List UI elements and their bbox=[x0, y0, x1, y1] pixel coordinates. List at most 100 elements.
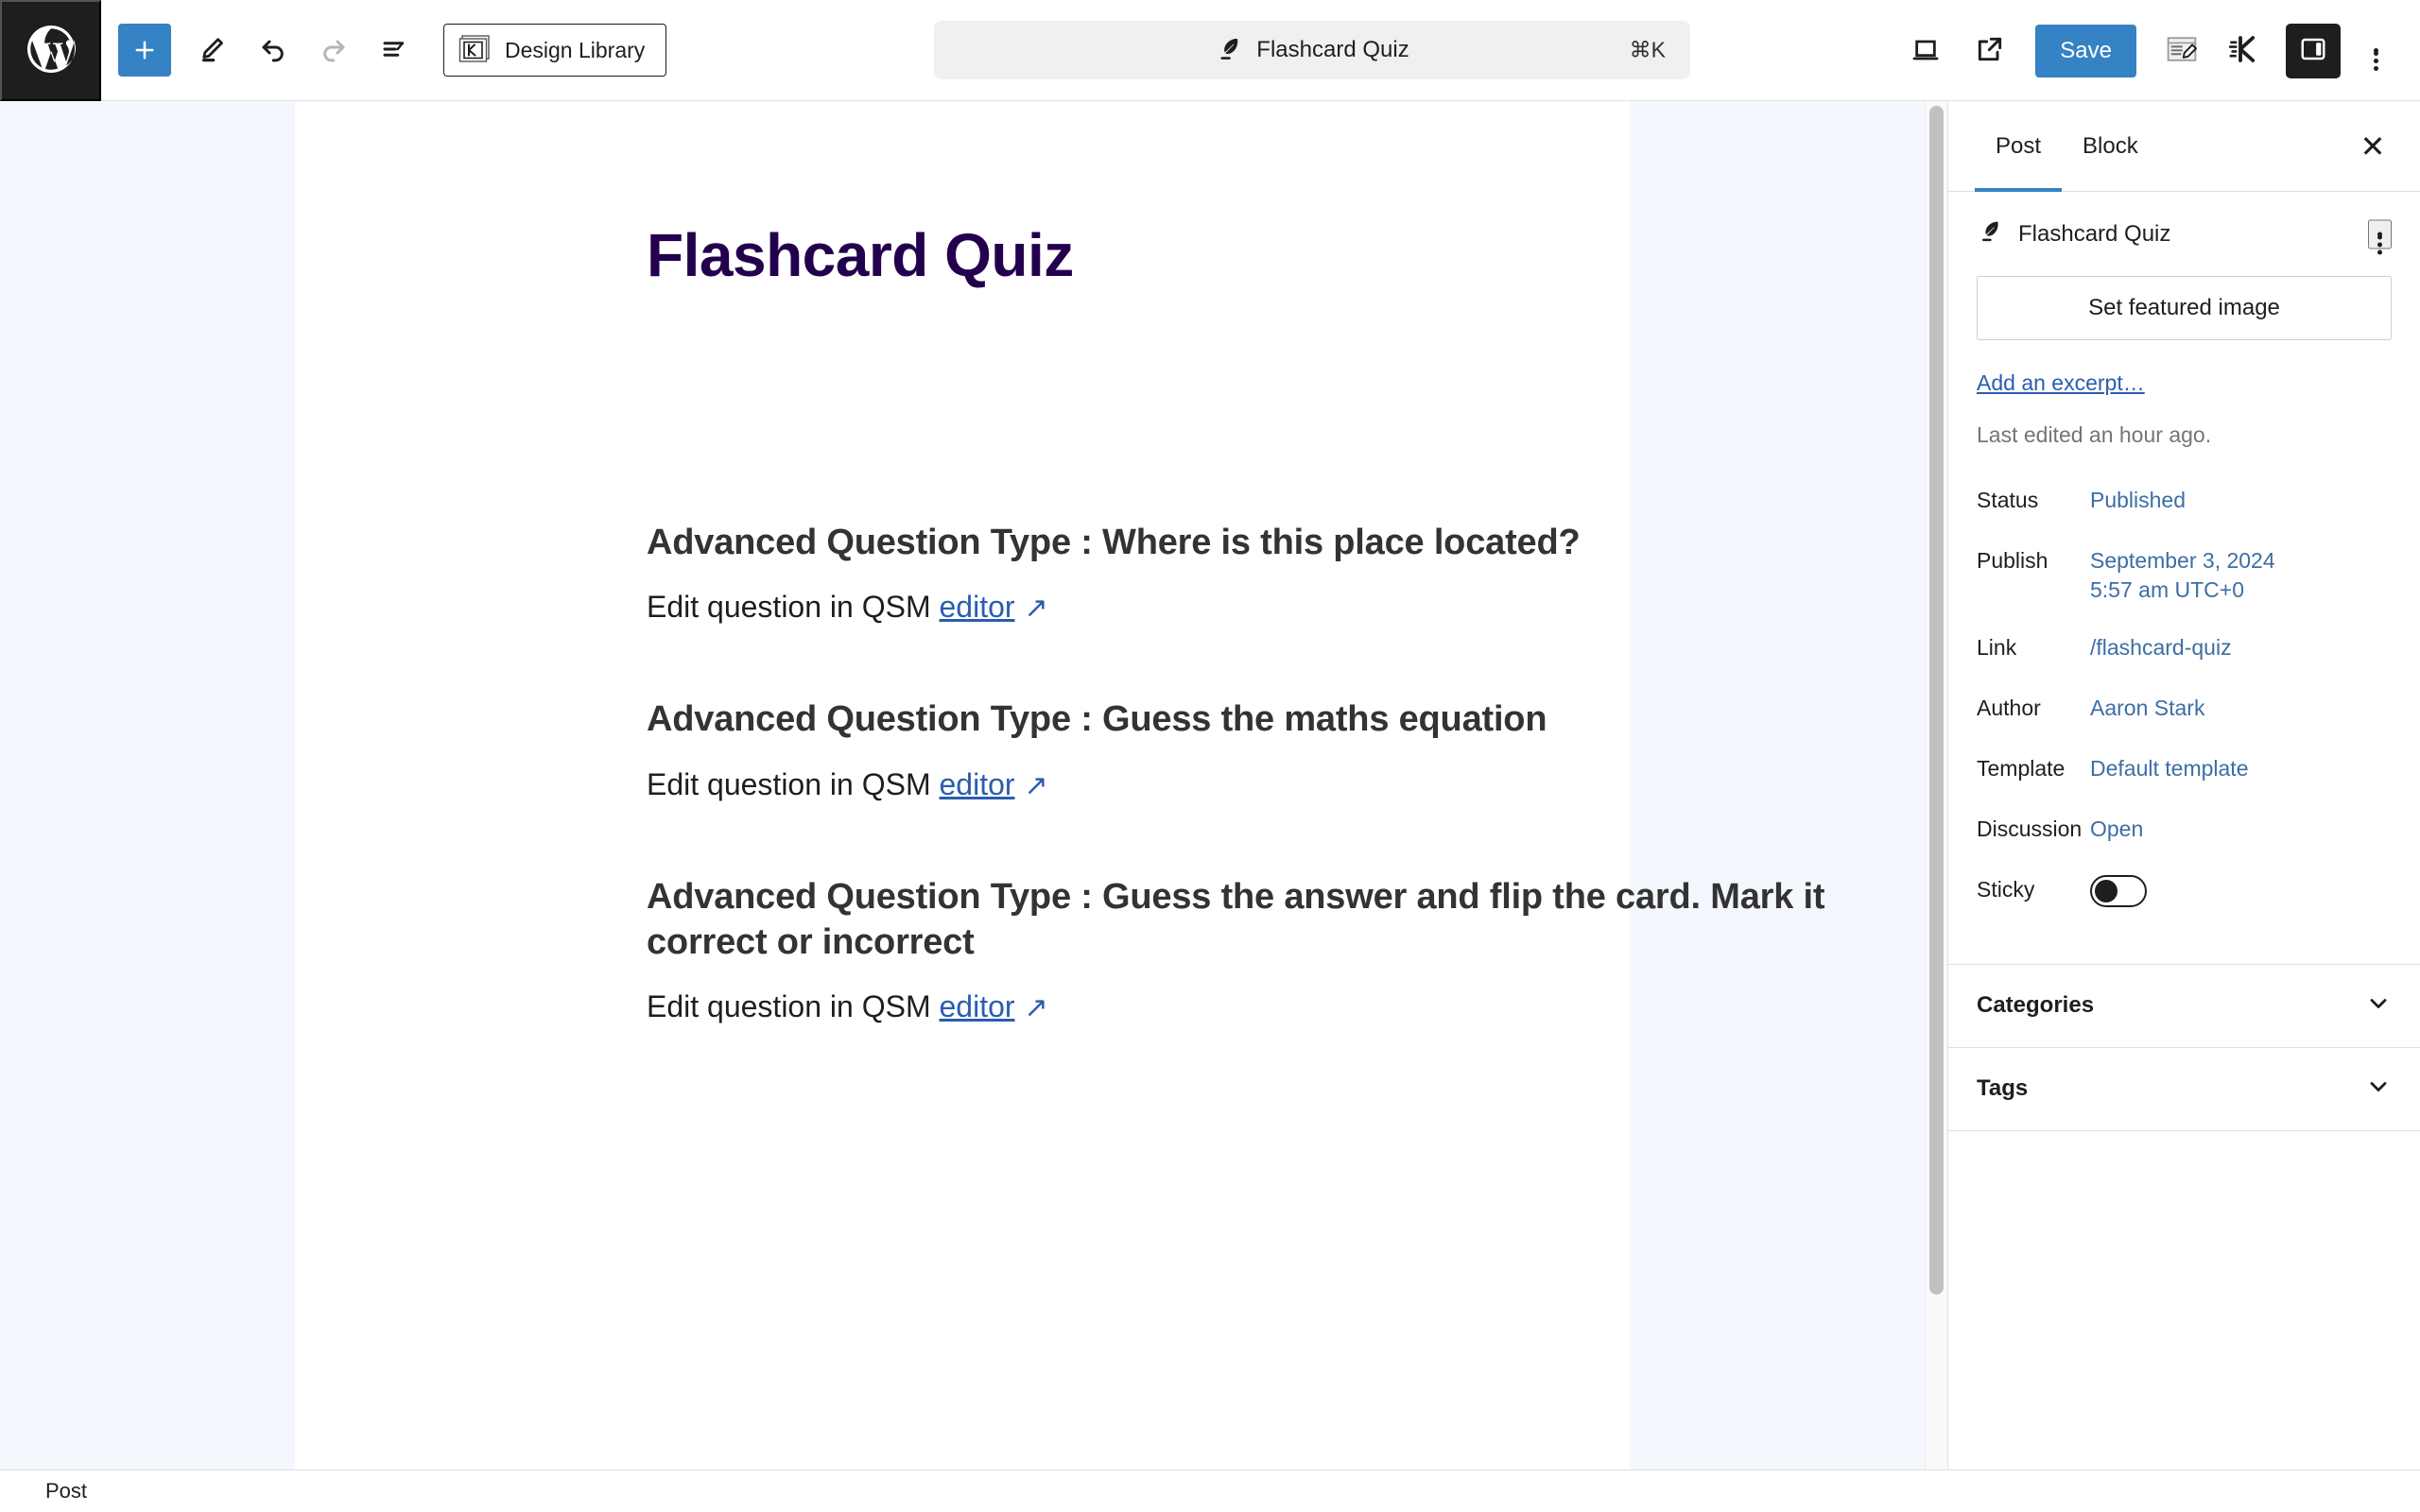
wordpress-logo-button[interactable] bbox=[0, 0, 101, 101]
set-featured-image-button[interactable]: Set featured image bbox=[1977, 276, 2392, 340]
save-button[interactable]: Save bbox=[2035, 24, 2136, 77]
edit-mode-button[interactable] bbox=[182, 20, 243, 80]
meta-row-publish: Publish September 3, 2024 5:57 am UTC+0 bbox=[1977, 546, 2392, 605]
design-library-label: Design Library bbox=[505, 37, 646, 62]
external-arrow-icon: ↗ bbox=[1024, 769, 1048, 801]
tab-block[interactable]: Block bbox=[2062, 101, 2159, 192]
vertical-ellipsis-icon bbox=[2377, 232, 2382, 254]
document-title: Flashcard Quiz bbox=[2018, 220, 2171, 247]
editor-header: Design Library Flashcard Quiz ⌘K Save bbox=[0, 0, 2420, 101]
command-palette-wrapper: Flashcard Quiz ⌘K bbox=[934, 21, 1690, 79]
chevron-down-icon bbox=[2365, 990, 2392, 1022]
kadence-logo-icon bbox=[2228, 35, 2263, 66]
permalink-value[interactable]: /flashcard-quiz bbox=[2090, 633, 2232, 662]
post-summary-section: Flashcard Quiz Set featured image Add an… bbox=[1948, 192, 2420, 965]
meta-label: Link bbox=[1977, 634, 2017, 660]
qsm-editor-link[interactable]: editor bbox=[939, 767, 1014, 801]
external-arrow-icon: ↗ bbox=[1024, 593, 1048, 625]
panel-categories[interactable]: Categories bbox=[1948, 965, 2420, 1048]
settings-sidebar-toggle[interactable] bbox=[2286, 23, 2341, 78]
block-list: Advanced Question Type : Where is this p… bbox=[647, 520, 1866, 1096]
breadcrumb[interactable]: Post bbox=[45, 1479, 87, 1503]
author-value[interactable]: Aaron Stark bbox=[2090, 694, 2204, 723]
template-value[interactable]: Default template bbox=[2090, 754, 2248, 783]
question-heading[interactable]: Advanced Question Type : Guess the maths… bbox=[647, 696, 1866, 742]
preview-external-button[interactable] bbox=[1960, 21, 2020, 81]
sidebar-panel-icon bbox=[2299, 35, 2327, 66]
external-link-icon bbox=[1975, 34, 2005, 67]
kadence-settings-button[interactable] bbox=[2216, 21, 2276, 81]
feather-pen-icon bbox=[1215, 35, 1243, 66]
edit-post-layout-button[interactable] bbox=[2152, 21, 2212, 81]
page-edit-icon bbox=[2166, 34, 2198, 67]
undo-button[interactable] bbox=[243, 20, 303, 80]
panel-title: Tags bbox=[1977, 1075, 2029, 1102]
tab-post[interactable]: Post bbox=[1975, 101, 2062, 192]
meta-row-status: Status Published bbox=[1977, 486, 2392, 518]
header-right-tools: Save bbox=[1895, 0, 2403, 101]
document-title-row: Flashcard Quiz bbox=[1977, 218, 2392, 254]
publish-date-value[interactable]: September 3, 2024 5:57 am UTC+0 bbox=[2090, 546, 2308, 605]
wordpress-logo-icon bbox=[23, 21, 79, 80]
discussion-value[interactable]: Open bbox=[2090, 815, 2143, 844]
meta-label: Author bbox=[1977, 695, 2041, 720]
post-actions-button[interactable] bbox=[2368, 219, 2392, 254]
close-sidebar-button[interactable]: ✕ bbox=[2346, 120, 2399, 173]
post-content-page[interactable]: Flashcard Quiz Advanced Question Type : … bbox=[295, 101, 1825, 1469]
panel-tags[interactable]: Tags bbox=[1948, 1048, 2420, 1131]
design-library-button[interactable]: Design Library bbox=[443, 24, 667, 77]
question-block[interactable]: Advanced Question Type : Where is this p… bbox=[647, 520, 1866, 625]
question-heading[interactable]: Advanced Question Type : Where is this p… bbox=[647, 520, 1866, 565]
external-arrow-icon: ↗ bbox=[1024, 992, 1048, 1023]
sticky-toggle-knob bbox=[2095, 879, 2118, 902]
redo-button[interactable] bbox=[303, 20, 364, 80]
question-edit-line: Edit question in QSM editor ↗ bbox=[647, 989, 1866, 1024]
meta-label: Publish bbox=[1977, 548, 2048, 573]
undo-arrow-icon bbox=[258, 34, 288, 67]
list-view-button[interactable] bbox=[364, 20, 424, 80]
canvas-scrollbar[interactable] bbox=[1925, 101, 1947, 1469]
command-palette-shortcut: ⌘K bbox=[1629, 37, 1666, 62]
post-meta-list: Status Published Publish September 3, 20… bbox=[1977, 486, 2392, 907]
sidebar-tablist: Post Block ✕ bbox=[1948, 101, 2420, 192]
question-edit-prefix: Edit question in QSM bbox=[647, 989, 940, 1023]
question-edit-prefix: Edit question in QSM bbox=[647, 766, 940, 801]
desktop-view-icon bbox=[1910, 34, 1941, 67]
meta-label: Status bbox=[1977, 488, 2039, 512]
question-block[interactable]: Advanced Question Type : Guess the maths… bbox=[647, 696, 1866, 801]
qsm-editor-link[interactable]: editor bbox=[939, 590, 1014, 624]
sticky-toggle[interactable] bbox=[2090, 874, 2147, 907]
vertical-ellipsis-icon bbox=[2373, 48, 2378, 71]
meta-row-discussion: Discussion Open bbox=[1977, 815, 2392, 847]
redo-arrow-icon bbox=[319, 34, 349, 67]
meta-label: Discussion bbox=[1977, 816, 2083, 841]
command-palette-title: Flashcard Quiz bbox=[1256, 37, 1409, 62]
meta-row-link: Link /flashcard-quiz bbox=[1977, 633, 2392, 665]
meta-row-template: Template Default template bbox=[1977, 754, 2392, 786]
panel-title: Categories bbox=[1977, 992, 2095, 1019]
question-heading[interactable]: Advanced Question Type : Guess the answe… bbox=[647, 874, 1866, 966]
question-edit-line: Edit question in QSM editor ↗ bbox=[647, 767, 1866, 802]
canvas-scrollbar-thumb[interactable] bbox=[1929, 106, 1944, 1295]
editor-options-button[interactable] bbox=[2348, 24, 2403, 78]
header-left-tools: Design Library bbox=[101, 20, 667, 80]
question-edit-line: Edit question in QSM editor ↗ bbox=[647, 590, 1866, 625]
kadence-design-library-icon bbox=[458, 34, 493, 66]
command-palette-button[interactable]: Flashcard Quiz ⌘K bbox=[934, 21, 1690, 79]
meta-row-sticky: Sticky bbox=[1977, 874, 2392, 907]
post-title[interactable]: Flashcard Quiz bbox=[647, 222, 1074, 289]
qsm-editor-link[interactable]: editor bbox=[939, 989, 1014, 1023]
question-block[interactable]: Advanced Question Type : Guess the answe… bbox=[647, 874, 1866, 1025]
feather-pen-icon bbox=[1977, 218, 2003, 249]
add-excerpt-link[interactable]: Add an excerpt… bbox=[1977, 370, 2145, 396]
status-value[interactable]: Published bbox=[2090, 486, 2186, 515]
pencil-icon bbox=[199, 35, 227, 66]
question-edit-prefix: Edit question in QSM bbox=[647, 590, 940, 625]
add-block-button[interactable] bbox=[118, 24, 171, 77]
editor-canvas: Flashcard Quiz Advanced Question Type : … bbox=[0, 101, 1947, 1469]
document-overview-icon bbox=[380, 35, 408, 66]
meta-row-author: Author Aaron Stark bbox=[1977, 694, 2392, 726]
last-edited-text: Last edited an hour ago. bbox=[1977, 422, 2212, 447]
view-button[interactable] bbox=[1895, 21, 1956, 81]
meta-label: Sticky bbox=[1977, 876, 2035, 902]
